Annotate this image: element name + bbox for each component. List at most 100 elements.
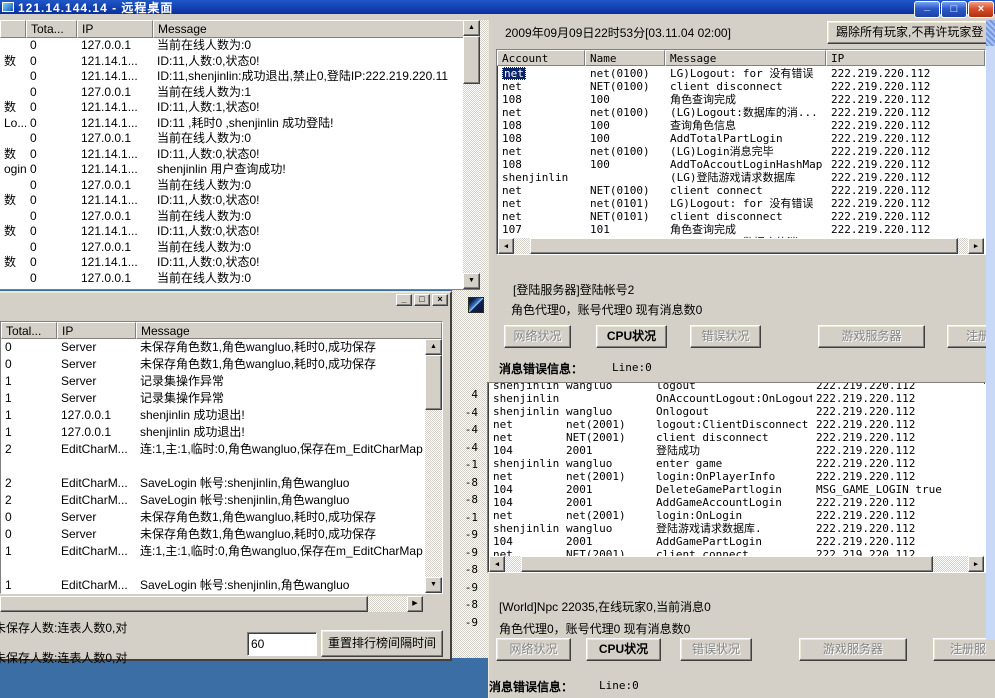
minimize-button[interactable]: _ <box>396 294 412 306</box>
outer-vertical-scrollbar[interactable] <box>986 20 995 640</box>
table-row[interactable]: 2EditCharM...连:1,主:1,临时:0,角色wangluo,保存在m… <box>1 441 425 458</box>
scrollbar-thumb[interactable] <box>986 20 995 46</box>
table-row[interactable]: netNET(0100)client connect222.219.220.11… <box>498 184 984 197</box>
minimize-button[interactable]: _ <box>914 1 940 18</box>
table-row[interactable]: 1Server记录集操作异常 <box>1 390 425 407</box>
scroll-down-icon[interactable]: ▼ <box>425 577 442 593</box>
maximize-button[interactable]: □ <box>414 294 430 306</box>
table-row[interactable]: 0127.0.0.1当前在线人数为:0 <box>0 271 463 287</box>
table-row[interactable]: 1042001AddGameAccountLogin222.219.220.11… <box>489 496 984 509</box>
table-row[interactable]: shenjinlinwangluoenter game222.219.220.1… <box>489 457 984 470</box>
table-row[interactable]: 0127.0.0.1当前在线人数为:0 <box>0 131 463 147</box>
table-row[interactable]: 108100角色查询完成222.219.220.112 <box>498 93 984 106</box>
table-row[interactable]: shenjinlinwangluologout222.219.220.112 <box>489 382 984 392</box>
table-row[interactable]: netNET(0101)client disconnect222.219.220… <box>498 210 984 223</box>
table-row[interactable]: 2EditCharM...SaveLogin 帐号:shenjinlin,角色w… <box>1 475 425 492</box>
table-row[interactable]: 0127.0.0.1当前在线人数为:0 <box>0 240 463 256</box>
maximize-button[interactable]: □ <box>941 1 967 18</box>
table-row[interactable]: 1127.0.0.1shenjinlin 成功退出! <box>1 407 425 424</box>
column-header[interactable] <box>0 20 26 38</box>
scrollbar-thumb[interactable] <box>425 355 442 410</box>
table-row[interactable]: 0121.14.1...ID:11,shenjinlin:成功退出,禁止0,登陆… <box>0 69 463 85</box>
table-row[interactable]: 1Server记录集操作异常 <box>1 373 425 390</box>
table-row[interactable]: 数0121.14.1...ID:11,人数:0,状态0! <box>0 147 463 163</box>
table-row[interactable]: 数0121.14.1...ID:11,人数:0,状态0! <box>0 224 463 240</box>
scrollbar-thumb[interactable] <box>0 596 368 612</box>
table-row[interactable] <box>1 560 425 577</box>
desktop-icon[interactable] <box>468 297 484 313</box>
table-row[interactable]: 0Server未保存角色数1,角色wangluo,耗时0,成功保存 <box>1 526 425 543</box>
scroll-down-icon[interactable]: ▼ <box>463 273 480 289</box>
table-row[interactable]: netnet(0100)(LG)Logout:数据库的消...222.219.2… <box>498 106 984 119</box>
table-row[interactable]: 108100查询角色信息222.219.220.112 <box>498 119 984 132</box>
table-row[interactable]: netnet(2001)login:OnLogin222.219.220.112 <box>489 509 984 522</box>
scroll-right-icon[interactable]: ▶ <box>407 596 423 612</box>
horizontal-scrollbar[interactable]: ◀ ▶ <box>498 238 984 254</box>
table-row[interactable]: 1EditCharM...SaveLogin 帐号:shenjinlin,角色w… <box>1 577 425 593</box>
scrollbar-thumb[interactable] <box>463 36 480 84</box>
network-status-button[interactable]: 网络状况 <box>496 638 571 661</box>
table-row[interactable]: shenjinlinwangluo登陆游戏请求数据库.222.219.220.1… <box>489 522 984 535</box>
table-row[interactable]: 1042001DeleteGamePartloginMSG_GAME_LOGIN… <box>489 483 984 496</box>
table-row[interactable]: 1EditCharM...连:1,主:1,临时:0,角色wangluo,保存在m… <box>1 543 425 560</box>
close-button[interactable]: × <box>432 294 448 306</box>
table-row[interactable]: 数0121.14.1...ID:11,人数:0,状态0! <box>0 193 463 209</box>
vertical-scrollbar[interactable]: ▲ ▼ <box>425 339 442 593</box>
table-row[interactable]: netNET(0100)client disconnect222.219.220… <box>498 80 984 93</box>
table-row[interactable]: 2EditCharM...SaveLogin 帐号:shenjinlin,角色w… <box>1 492 425 509</box>
scrollbar-thumb[interactable] <box>521 556 933 572</box>
table-row[interactable]: shenjinlinOnAccountLogout:OnLogout222.21… <box>489 392 984 405</box>
table-row[interactable]: netnet(0101)LG)Logout: for 没有错误222.219.2… <box>498 197 984 210</box>
column-header-message[interactable]: Message <box>153 20 480 38</box>
table-row[interactable]: 数0121.14.1...ID:11,人数:0,状态0! <box>0 54 463 70</box>
table-row[interactable]: 0127.0.0.1当前在线人数为:0 <box>0 209 463 225</box>
table-row[interactable]: 1042001登陆成功222.219.220.112 <box>489 444 984 457</box>
column-header-account[interactable]: Account <box>497 50 585 66</box>
table-row[interactable]: netnet(0100)(LG)Login消息完毕222.219.220.112 <box>498 145 984 158</box>
table-row[interactable]: 108100AddTotalPartLogin222.219.220.112 <box>498 132 984 145</box>
table-row[interactable]: 1127.0.0.1shenjinlin 成功退出! <box>1 424 425 441</box>
error-status-button[interactable]: 错误状况 <box>680 638 752 661</box>
scroll-left-icon[interactable]: ◀ <box>489 556 505 572</box>
table-row[interactable]: shenjinlinwangluoOnlogout222.219.220.112 <box>489 405 984 418</box>
table-row[interactable]: 0Server未保存角色数1,角色wangluo,耗时0,成功保存 <box>1 509 425 526</box>
column-header-ip[interactable]: IP <box>57 322 136 339</box>
column-header-ip[interactable]: IP <box>826 50 985 66</box>
game-server-button[interactable]: 游戏服务器 <box>799 638 907 661</box>
table-row[interactable]: ogin0121.14.1...shenjinlin 用户查询成功! <box>0 162 463 178</box>
selected-cell[interactable]: net <box>502 67 526 80</box>
interval-input[interactable] <box>247 632 317 656</box>
table-row[interactable]: 1042001AddGamePartLogin222.219.220.112 <box>489 535 984 548</box>
column-header-message[interactable]: Message <box>136 322 442 339</box>
table-row[interactable]: 数0121.14.1...ID:11,人数:0,状态0! <box>0 255 463 271</box>
scroll-up-icon[interactable]: ▲ <box>463 20 480 36</box>
close-button[interactable]: × <box>968 1 994 18</box>
table-row[interactable]: netNET(2001)client disconnect222.219.220… <box>489 431 984 444</box>
table-row[interactable] <box>1 458 425 475</box>
table-row[interactable]: netnet(0100)LG)Logout: for 没有错误222.219.2… <box>498 67 984 80</box>
column-header-message[interactable]: Message <box>665 50 826 66</box>
network-status-button[interactable]: 网络状况 <box>504 325 571 348</box>
vertical-scrollbar[interactable]: ▲ ▼ <box>463 20 480 289</box>
table-row[interactable]: netnet(2001)logout:ClientDisconnect222.2… <box>489 418 984 431</box>
scroll-up-icon[interactable]: ▲ <box>425 339 442 355</box>
horizontal-scrollbar[interactable]: ▶ <box>0 596 423 612</box>
reset-ranking-interval-button[interactable]: 重置排行榜间隔时间 <box>321 630 443 657</box>
register-server-button[interactable]: 注册服 <box>933 638 995 661</box>
game-server-button[interactable]: 游戏服务器 <box>818 325 925 348</box>
table-row[interactable]: 0127.0.0.1当前在线人数为:0 <box>0 178 463 194</box>
table-row[interactable]: shenjinlin(LG)登陆游戏请求数据库222.219.220.112 <box>498 171 984 184</box>
column-header-total[interactable]: Total... <box>1 322 57 339</box>
scroll-right-icon[interactable]: ▶ <box>968 238 984 254</box>
column-header-total[interactable]: Tota... <box>26 20 77 38</box>
column-header-name[interactable]: Name <box>585 50 665 66</box>
table-row[interactable]: 0Server未保存角色数1,角色wangluo,耗时0,成功保存 <box>1 356 425 373</box>
column-header-ip[interactable]: IP <box>77 20 153 38</box>
cpu-status-button[interactable]: CPU状况 <box>586 638 661 661</box>
table-row[interactable]: 0127.0.0.1当前在线人数为:1 <box>0 85 463 101</box>
table-row[interactable]: 107101角色查询完成222.219.220.112 <box>498 223 984 236</box>
scroll-right-icon[interactable]: ▶ <box>968 556 984 572</box>
table-row[interactable]: Lo...0121.14.1...ID:11 ,耗时0 ,shenjinlin … <box>0 116 463 132</box>
table-row[interactable]: 0127.0.0.1当前在线人数为:0 <box>0 38 463 54</box>
error-status-button[interactable]: 错误状况 <box>690 325 761 348</box>
